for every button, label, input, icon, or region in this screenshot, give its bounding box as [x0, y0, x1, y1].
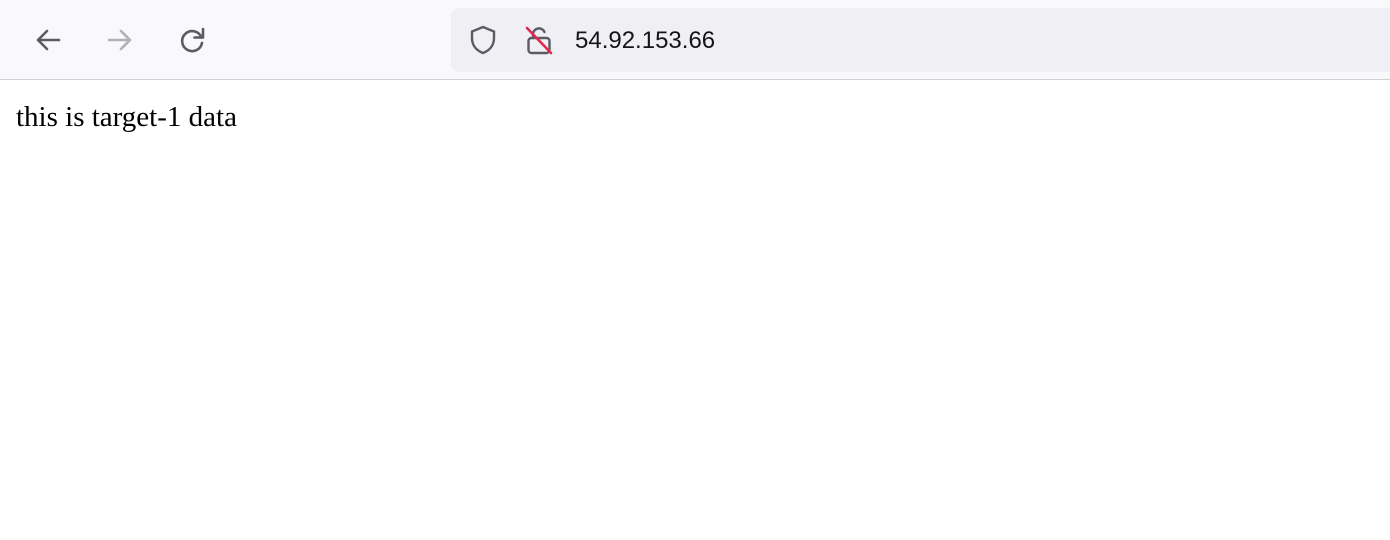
url-bar[interactable]: 54.92.153.66 — [451, 8, 1390, 72]
shield-icon — [467, 24, 499, 61]
reload-button[interactable] — [172, 20, 212, 60]
url-text[interactable]: 54.92.153.66 — [575, 24, 715, 58]
body-text: this is target-1 data — [16, 101, 237, 133]
browser-toolbar: 54.92.153.66 — [0, 0, 1390, 80]
tracking-protection-button[interactable] — [467, 24, 499, 61]
back-button[interactable] — [28, 20, 68, 60]
insecure-lock-icon — [523, 24, 555, 61]
reload-icon — [176, 24, 208, 56]
page-content: this is target-1 data — [0, 81, 1390, 540]
arrow-right-icon — [104, 24, 136, 56]
forward-button[interactable] — [100, 20, 140, 60]
arrow-left-icon — [32, 24, 64, 56]
site-security-button[interactable] — [523, 26, 555, 58]
